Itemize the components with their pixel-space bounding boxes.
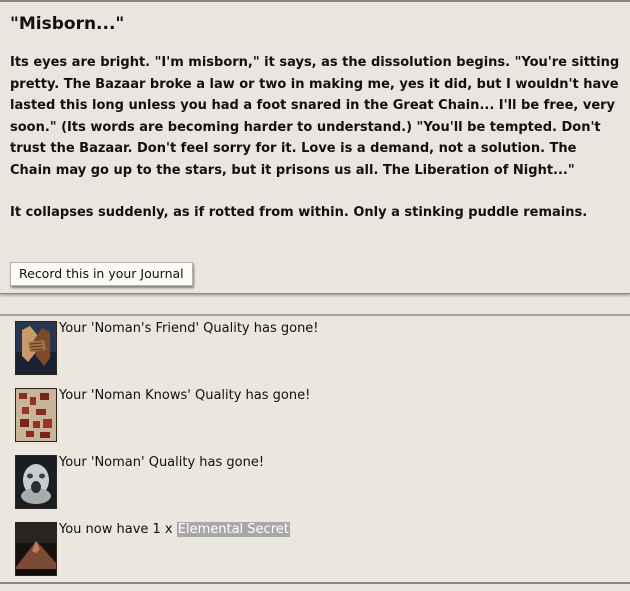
- results-panel: Your 'Noman's Friend' Quality has gone! …: [0, 314, 630, 584]
- result-text-prefix: You now have 1 x: [59, 522, 177, 537]
- result-text: Your 'Noman Knows' Quality has gone!: [59, 388, 311, 403]
- story-paragraph: It collapses suddenly, as if rotted from…: [10, 205, 588, 220]
- clasped-hands-icon: [15, 321, 57, 375]
- story-title: "Misborn...": [10, 14, 125, 34]
- puzzle-pieces-icon: [15, 388, 57, 442]
- story-paragraph: Its eyes are bright. "I'm misborn," it s…: [10, 55, 620, 178]
- record-journal-button[interactable]: Record this in your Journal: [10, 262, 193, 286]
- story-panel: "Misborn..." Its eyes are bright. "I'm m…: [0, 0, 630, 294]
- screaming-face-icon: [15, 455, 57, 509]
- result-text: Your 'Noman's Friend' Quality has gone!: [59, 321, 319, 336]
- quality-link[interactable]: Elemental Secret: [176, 522, 290, 537]
- result-text: You now have 1 x Elemental Secret: [59, 522, 290, 537]
- result-text: Your 'Noman' Quality has gone!: [59, 455, 265, 470]
- mountain-icon: [15, 522, 57, 576]
- story-body: Its eyes are bright. "I'm misborn," it s…: [10, 52, 620, 245]
